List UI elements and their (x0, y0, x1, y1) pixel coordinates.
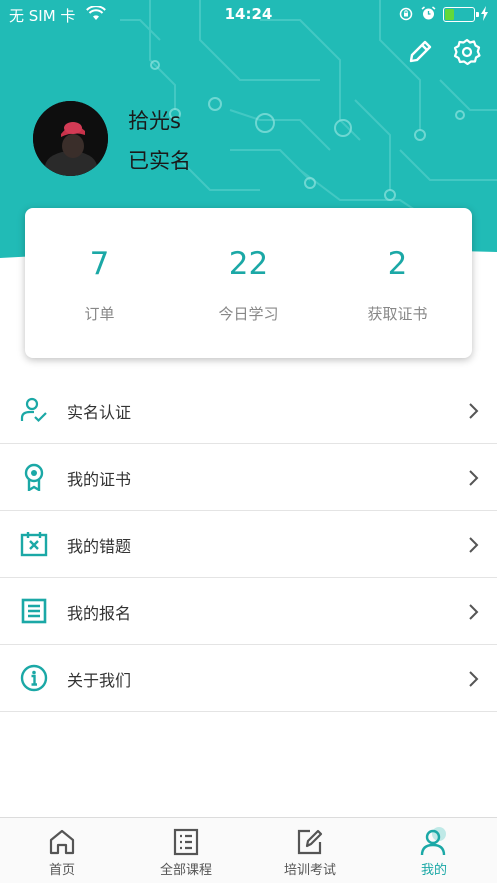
tab-label: 我的 (420, 863, 447, 878)
stat-value: 7 (89, 246, 110, 282)
stat-today-study[interactable]: 22 今日学习 (174, 208, 323, 358)
certificate-icon (20, 463, 48, 493)
bottom-tab-bar: 首页 全部课程 培训考试 我的 (0, 817, 497, 883)
edit-profile-icon[interactable] (406, 38, 434, 66)
info-icon (20, 664, 48, 692)
tab-label: 全部课程 (159, 863, 212, 878)
tab-mine[interactable]: 我的 (372, 818, 496, 883)
chevron-right-icon (467, 603, 479, 621)
user-check-icon (20, 396, 48, 424)
chevron-right-icon (467, 536, 479, 554)
stat-label: 今日学习 (218, 305, 279, 323)
menu-label: 我的报名 (67, 604, 132, 623)
menu-label: 我的错题 (67, 537, 132, 556)
profile-menu: 实名认证 我的证书 我的错题 我的报名 关于我们 (0, 377, 497, 712)
status-bar: 无 SIM 卡 14:24 (0, 0, 497, 30)
tab-home[interactable]: 首页 (0, 818, 124, 883)
chevron-right-icon (467, 670, 479, 688)
stat-value: 22 (228, 246, 269, 282)
menu-item-my-certificates[interactable]: 我的证书 (0, 444, 497, 511)
rotation-lock-icon (399, 7, 413, 25)
tab-all-courses[interactable]: 全部课程 (124, 818, 248, 883)
registration-icon (20, 597, 48, 625)
stat-certificates[interactable]: 2 获取证书 (323, 208, 472, 358)
stats-card: 7 订单 22 今日学习 2 获取证书 (25, 208, 472, 358)
list-icon (171, 827, 201, 857)
menu-item-real-name-verification[interactable]: 实名认证 (0, 377, 497, 444)
verification-status: 已实名 (128, 149, 191, 173)
menu-label: 我的证书 (67, 470, 132, 489)
menu-item-my-registration[interactable]: 我的报名 (0, 578, 497, 645)
menu-item-about-us[interactable]: 关于我们 (0, 645, 497, 712)
profile-screen: 无 SIM 卡 14:24 拾光s 已实名 7 订单 22 今日学习 2 获取证… (0, 0, 497, 883)
wrong-questions-icon (20, 530, 48, 558)
battery-level (445, 9, 454, 20)
stat-label: 获取证书 (367, 305, 428, 323)
tab-label: 首页 (48, 863, 75, 878)
menu-label: 实名认证 (67, 403, 132, 422)
tab-label: 培训考试 (283, 863, 336, 878)
edit-icon (295, 827, 325, 857)
stat-orders[interactable]: 7 订单 (25, 208, 174, 358)
user-icon (419, 827, 449, 857)
stat-value: 2 (387, 246, 408, 282)
chevron-right-icon (467, 469, 479, 487)
battery-icon (443, 7, 479, 22)
settings-gear-icon[interactable] (452, 37, 482, 67)
avatar[interactable] (33, 101, 108, 176)
stat-label: 订单 (84, 305, 115, 323)
chevron-right-icon (467, 402, 479, 420)
tab-training-exam[interactable]: 培训考试 (248, 818, 372, 883)
menu-item-wrong-questions[interactable]: 我的错题 (0, 511, 497, 578)
alarm-icon (421, 6, 436, 25)
charging-icon (480, 6, 489, 25)
menu-label: 关于我们 (67, 671, 132, 690)
home-icon (47, 827, 77, 857)
username: 拾光s (128, 109, 181, 133)
